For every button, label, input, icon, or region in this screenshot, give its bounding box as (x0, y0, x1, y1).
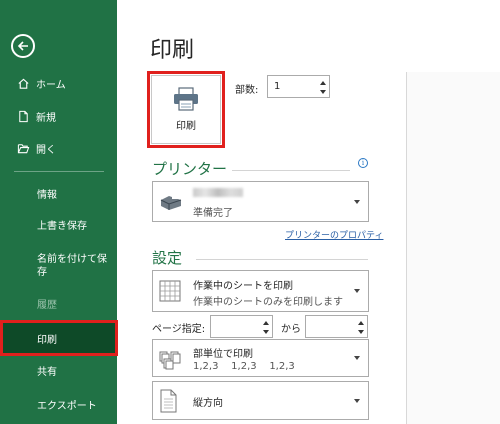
nav-home-label: ホーム (36, 79, 66, 91)
printer-heading-line (232, 170, 350, 171)
nav-new-label: 新規 (36, 112, 56, 124)
collate-dropdown[interactable]: 部単位で印刷 1,2,3 1,2,3 1,2,3 (152, 339, 369, 377)
portrait-page-icon (160, 389, 177, 413)
printer-name-blurred (193, 188, 243, 197)
nav-open[interactable]: 開く (0, 131, 117, 165)
nav-new[interactable]: 新規 (0, 99, 117, 133)
printer-properties-link[interactable]: プリンターのプロパティ (285, 228, 383, 241)
new-document-icon (16, 109, 30, 123)
orientation-title: 縦方向 (193, 398, 223, 409)
open-folder-icon (16, 141, 30, 155)
spin-down-icon[interactable] (262, 328, 270, 336)
copies-value: 1 (274, 81, 281, 92)
spin-down-icon[interactable] (319, 88, 327, 96)
print-scope-desc: 作業中のシートのみを印刷します (193, 297, 343, 308)
spin-down-icon[interactable] (357, 328, 365, 336)
nav-history: 履歴 (37, 300, 57, 311)
collate-title: 部単位で印刷 (193, 349, 253, 360)
collate-desc: 1,2,3 1,2,3 1,2,3 (193, 361, 295, 372)
copies-input[interactable]: 1 (267, 75, 330, 98)
spin-up-icon[interactable] (262, 318, 270, 326)
settings-heading-line (196, 259, 368, 260)
chevron-down-icon (354, 356, 360, 360)
nav-save[interactable]: 上書き保存 (0, 220, 117, 233)
pages-label: ページ指定: (152, 324, 206, 335)
printer-device-icon (160, 196, 182, 210)
settings-heading: 設定 (152, 249, 183, 267)
spin-up-icon[interactable] (357, 318, 365, 326)
page-to-input[interactable] (305, 315, 368, 338)
print-preview-area (407, 72, 500, 424)
home-icon (16, 76, 30, 90)
chevron-down-icon (354, 398, 360, 403)
sheet-grid-icon (159, 280, 181, 302)
print-scope-dropdown[interactable]: 作業中のシートを印刷 作業中のシートのみを印刷します (152, 270, 369, 312)
chevron-down-icon (354, 289, 360, 293)
print-scope-title: 作業中のシートを印刷 (193, 281, 293, 292)
backstage-sidebar: ホーム 新規 開く 情報 上書き保存 名前を付けて保存 履歴 印刷 共有 エクス… (0, 0, 118, 424)
collated-pages-icon (159, 351, 181, 370)
nav-print-label: 印刷 (37, 334, 57, 346)
copies-label: 部数: (235, 85, 259, 96)
print-button-frame (151, 75, 221, 144)
nav-save-as[interactable]: 名前を付けて保存 (0, 253, 110, 279)
nav-share[interactable]: 共有 (0, 366, 117, 379)
sidebar-divider (14, 171, 104, 172)
nav-export[interactable]: エクスポート (0, 400, 117, 413)
spin-up-icon[interactable] (319, 78, 327, 86)
nav-info[interactable]: 情報 (0, 189, 117, 202)
page-title: 印刷 (150, 38, 195, 63)
orientation-dropdown[interactable]: 縦方向 (152, 381, 369, 420)
nav-open-label: 開く (36, 144, 56, 156)
printer-heading: プリンター (152, 160, 228, 178)
printer-status: 準備完了 (193, 208, 233, 219)
page-from-input[interactable] (210, 315, 273, 338)
printer-dropdown[interactable]: 準備完了 (152, 181, 369, 222)
info-icon[interactable]: i (358, 158, 368, 168)
pages-to-label: から (281, 324, 301, 335)
nav-print-selected[interactable]: 印刷 (0, 320, 118, 356)
back-arrow-icon[interactable] (11, 34, 35, 58)
nav-home[interactable]: ホーム (0, 66, 117, 100)
chevron-down-icon (354, 199, 360, 204)
print-button[interactable]: 印刷 (147, 71, 225, 148)
